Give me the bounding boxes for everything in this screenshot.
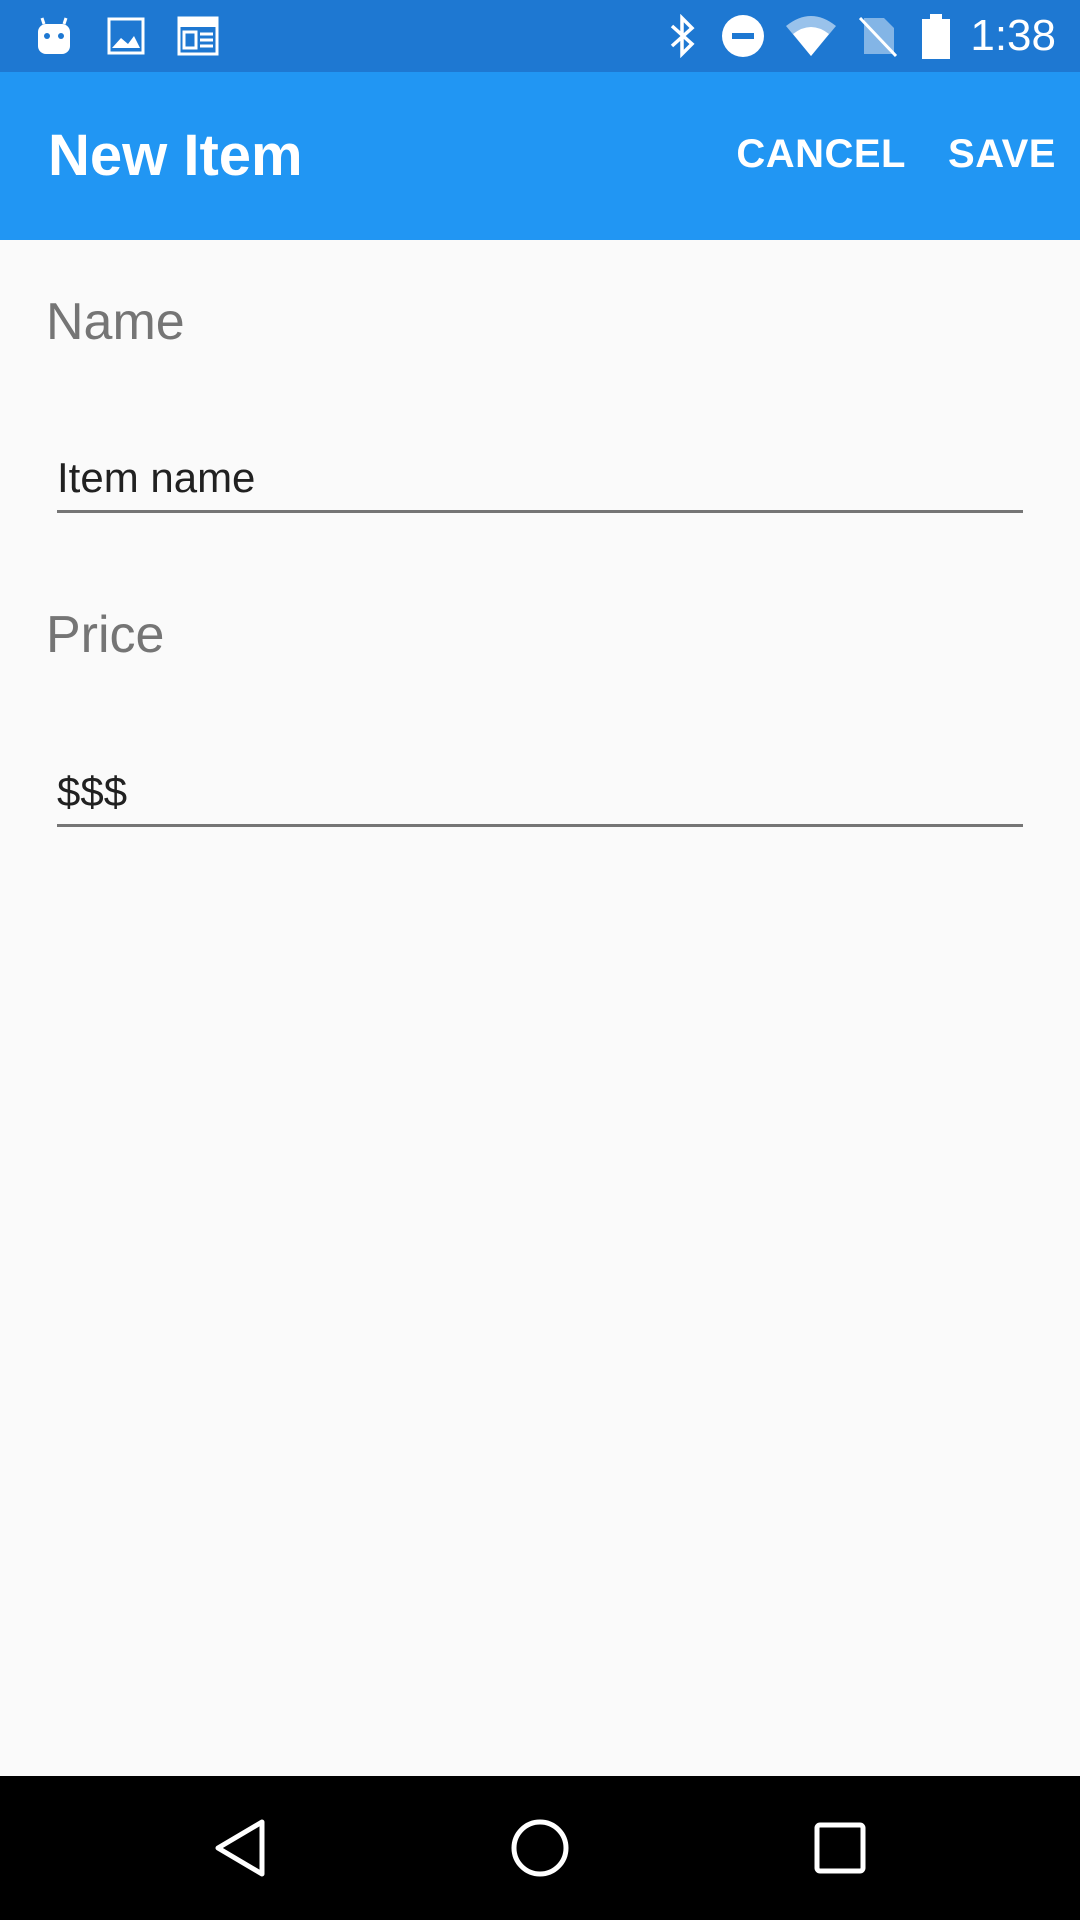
name-label: Name xyxy=(46,293,185,351)
do-not-disturb-icon xyxy=(720,14,766,58)
page-title: New Item xyxy=(48,123,303,188)
no-sim-icon xyxy=(858,14,898,58)
name-input[interactable] xyxy=(57,446,1023,513)
price-input[interactable] xyxy=(57,760,1023,827)
price-label: Price xyxy=(46,606,165,664)
image-icon xyxy=(106,14,146,58)
status-time: 1:38 xyxy=(970,11,1056,60)
app-bar: New Item CANCEL SAVE xyxy=(0,72,1080,240)
navigation-bar xyxy=(0,1776,1080,1920)
wifi-icon xyxy=(784,14,838,58)
bluetooth-icon xyxy=(664,13,700,59)
status-bar: 1:38 xyxy=(0,0,1080,72)
recents-icon[interactable] xyxy=(800,1808,880,1888)
back-icon[interactable] xyxy=(200,1808,280,1888)
home-icon[interactable] xyxy=(500,1808,580,1888)
android-notification-icon xyxy=(34,14,74,58)
screen: 1:38 New Item CANCEL SAVE Name Price xyxy=(0,0,1080,1920)
battery-icon xyxy=(920,14,952,59)
save-button[interactable]: SAVE xyxy=(948,130,1056,178)
news-icon xyxy=(176,14,220,58)
cancel-button[interactable]: CANCEL xyxy=(736,130,906,178)
